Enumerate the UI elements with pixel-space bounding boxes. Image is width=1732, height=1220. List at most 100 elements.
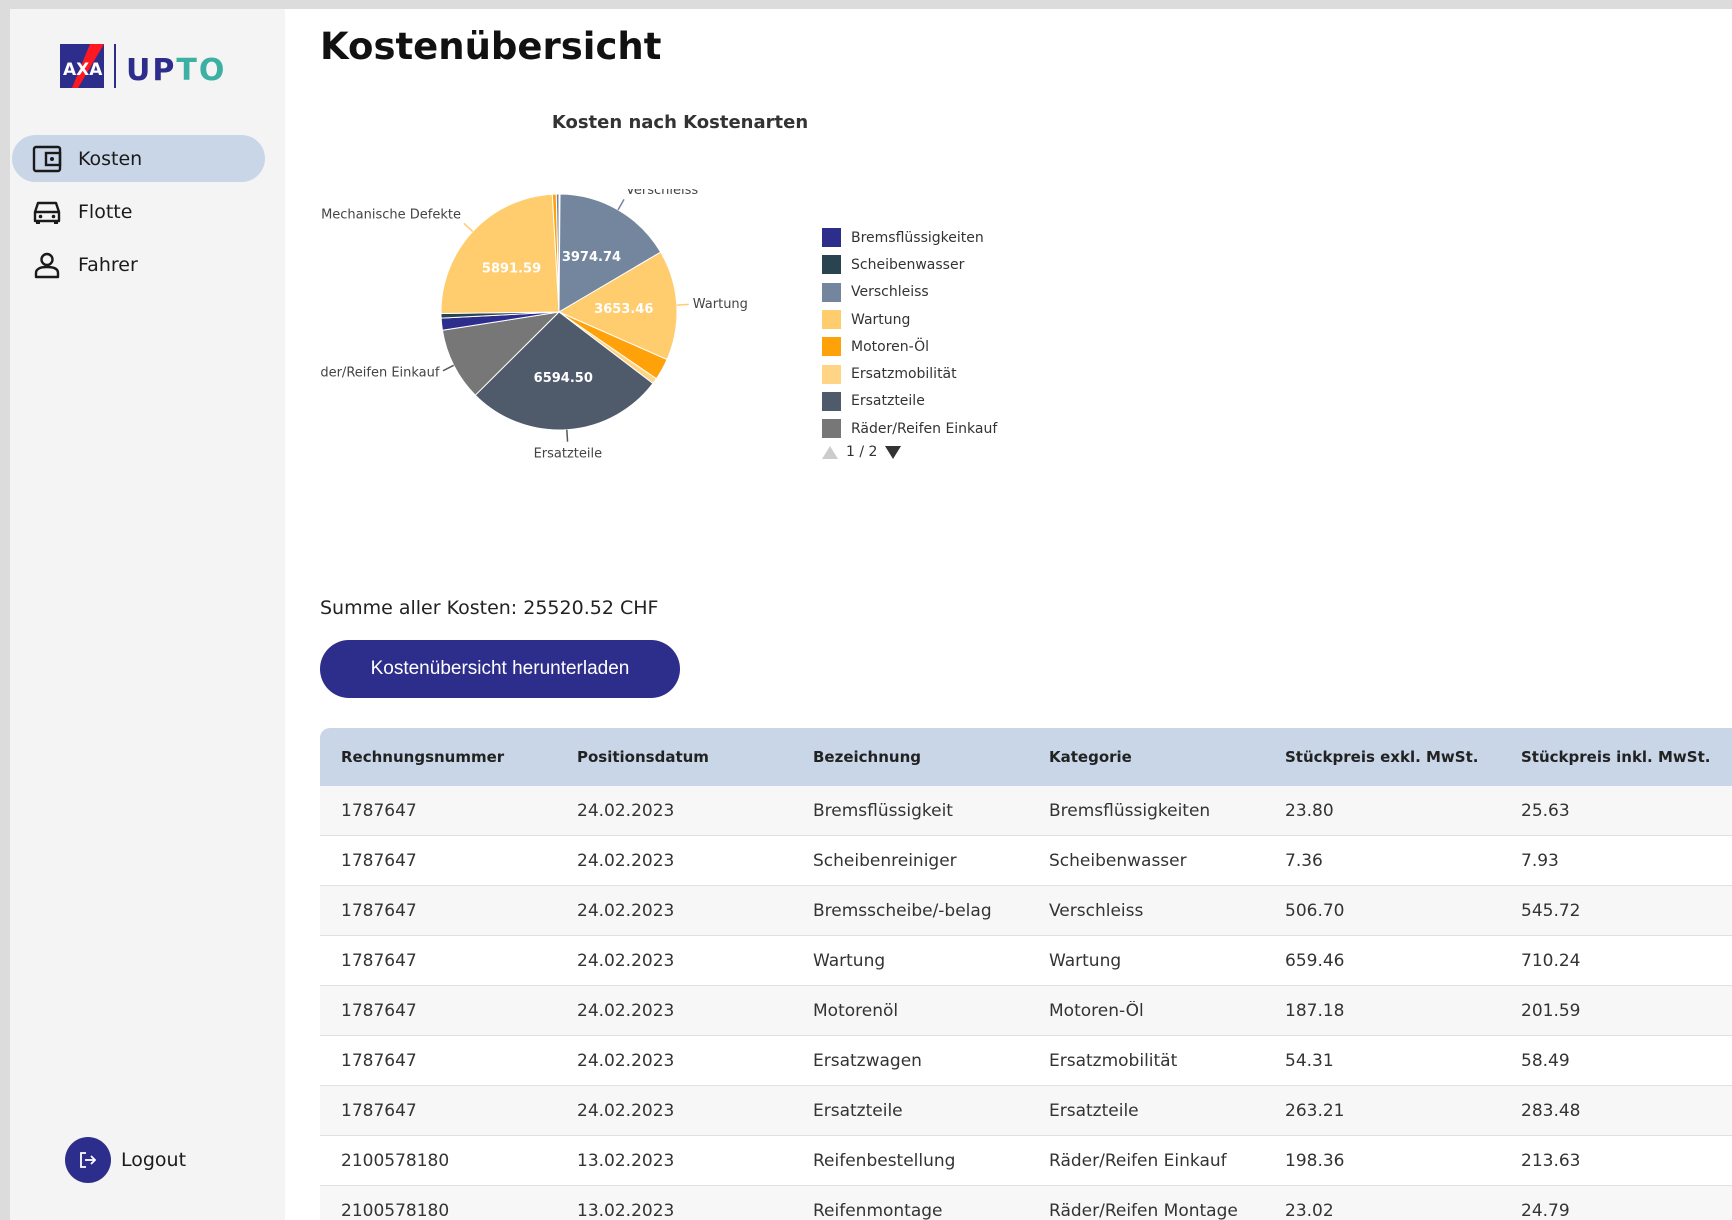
table-header-cell[interactable]: Positionsdatum [556, 748, 792, 766]
logout-label: Logout [121, 1149, 187, 1171]
table-cell: 7.93 [1521, 850, 1559, 871]
pie-chart: 3974.74 Verschleiss 3653.46 Wartung 6594.50 E… [320, 189, 748, 462]
table-cell: 1787647 [341, 1100, 417, 1121]
table-row[interactable]: 1787647 24.02.2023 Scheibenreiniger Scheibe… [320, 836, 1732, 886]
table-cell: Motoren-Öl [1049, 1000, 1144, 1021]
table-header-cell[interactable]: Stückpreis exkl. MwSt. [1264, 748, 1500, 766]
total-costs: Summe aller Kosten: 25520.52 CHF [320, 597, 659, 619]
table-cell: 187.18 [1285, 1000, 1345, 1021]
legend-item[interactable]: Ersatzteile [822, 388, 997, 415]
table-row[interactable]: 1787647 24.02.2023 Bremsscheibe/-belag Vers… [320, 886, 1732, 936]
sidebar-item-kosten[interactable]: Kosten [12, 135, 265, 182]
pie-label-line [463, 222, 474, 233]
pie-label-line [617, 199, 625, 211]
table-cell: 58.49 [1521, 1050, 1570, 1071]
legend-swatch [822, 364, 841, 384]
legend-item[interactable]: Bremsflüssigkeiten [822, 224, 997, 251]
pie-label-line [566, 429, 569, 442]
table-cell: 1787647 [341, 1000, 417, 1021]
table-row[interactable]: 2100578180 13.02.2023 Reifenbestellung Räde… [320, 1136, 1732, 1186]
logout-icon [65, 1137, 111, 1183]
table-cell: 24.02.2023 [577, 800, 675, 821]
legend-label: Motoren-Öl [851, 338, 929, 355]
table-cell: Räder/Reifen Montage [1049, 1200, 1238, 1220]
table-cell: Motorenöl [813, 1000, 899, 1021]
table-cell: Ersatzteile [1049, 1100, 1139, 1121]
legend-swatch [822, 391, 841, 411]
pie-value-label: 5891.59 [482, 262, 541, 277]
logo-divider [114, 43, 116, 88]
table-cell: 198.36 [1285, 1150, 1345, 1171]
table-cell: 23.02 [1285, 1200, 1334, 1220]
brand-logo[interactable]: AXA UPTO [60, 43, 226, 88]
download-overview-button[interactable]: Kostenübersicht herunterladen [320, 640, 680, 698]
table-row[interactable]: 1787647 24.02.2023 Wartung Wartung 659.46 710… [320, 936, 1732, 986]
table-cell: 54.31 [1285, 1050, 1334, 1071]
table-body: 1787647 24.02.2023 Bremsflüssigkeit Bremsfl… [320, 786, 1732, 1220]
sidebar-item-fahrer[interactable]: Fahrer [12, 241, 265, 288]
pie-label-line [676, 303, 689, 306]
logout-button[interactable]: Logout [65, 1137, 186, 1183]
legend-label: Ersatzmobilität [851, 366, 957, 383]
table-row[interactable]: 1787647 24.02.2023 Motorenöl Motoren-Öl 187.… [320, 986, 1732, 1036]
sidebar-item-label: Kosten [78, 147, 143, 170]
page-title: Kostenübersicht [320, 25, 662, 68]
table-cell: 24.02.2023 [577, 850, 675, 871]
table-row[interactable]: 1787647 24.02.2023 Ersatzwagen Ersatzmobili… [320, 1036, 1732, 1086]
table-row[interactable]: 1787647 24.02.2023 Bremsflüssigkeit Bremsfl… [320, 786, 1732, 836]
legend-label: Bremsflüssigkeiten [851, 229, 984, 246]
table-row[interactable]: 1787647 24.02.2023 Ersatzteile Ersatzteile 2… [320, 1086, 1732, 1136]
legend-prev-icon[interactable] [822, 445, 838, 459]
table-cell: Ersatzmobilität [1049, 1050, 1178, 1071]
table-header-cell[interactable]: Rechnungsnummer [320, 748, 556, 766]
table-header-cell[interactable]: Stückpreis inkl. MwSt. [1500, 748, 1732, 766]
pie-label-line [442, 364, 455, 372]
sidebar-item-flotte[interactable]: Flotte [12, 188, 265, 235]
pie-category-label: Verschleiss [626, 189, 698, 198]
legend-item[interactable]: Motoren-Öl [822, 333, 997, 360]
table-cell: 1787647 [341, 900, 417, 921]
table-row[interactable]: 2100578180 13.02.2023 Reifenmontage Räder/R… [320, 1186, 1732, 1220]
pie-category-label: Wartung [693, 297, 748, 312]
upto-logo-text: UPTO [126, 53, 227, 88]
table-cell: Bremsflüssigkeit [813, 800, 953, 821]
legend-item[interactable]: Ersatzmobilität [822, 360, 997, 387]
chart-title: Kosten nach Kostenarten [551, 112, 809, 133]
table-cell: 24.02.2023 [577, 900, 675, 921]
legend-next-icon[interactable] [885, 445, 902, 459]
table-cell: 1787647 [341, 850, 417, 871]
axa-logo-text: AXA [63, 60, 103, 80]
table-cell: Bremsscheibe/-belag [813, 900, 992, 921]
legend-swatch [822, 228, 841, 248]
legend-swatch [822, 419, 841, 439]
pie-value-label: 6594.50 [534, 371, 593, 386]
table-cell: 13.02.2023 [577, 1150, 675, 1171]
table-cell: Ersatzteile [813, 1100, 903, 1121]
sidebar-item-label: Flotte [78, 200, 133, 223]
table-cell: 1787647 [341, 800, 417, 821]
table-cell: 283.48 [1521, 1100, 1581, 1121]
table-cell: 23.80 [1285, 800, 1334, 821]
legend-swatch [822, 255, 841, 275]
table-cell: 7.36 [1285, 850, 1323, 871]
table-cell: 2100578180 [341, 1150, 450, 1171]
legend-item[interactable]: Verschleiss [822, 279, 997, 306]
table-cell: Wartung [1049, 950, 1122, 971]
legend-item[interactable]: Wartung [822, 306, 997, 333]
table-cell: Verschleiss [1049, 900, 1144, 921]
pie-value-label: 3653.46 [594, 302, 653, 317]
legend-label: Wartung [851, 311, 911, 328]
table-cell: 2100578180 [341, 1200, 450, 1220]
legend-label: Ersatzteile [851, 393, 925, 410]
legend-swatch [822, 337, 841, 357]
wallet-icon [30, 142, 64, 176]
pie-category-label: Räder/Reifen Einkauf [320, 366, 440, 381]
table-cell: 545.72 [1521, 900, 1581, 921]
sidebar-item-label: Fahrer [78, 253, 138, 276]
table-header-cell[interactable]: Kategorie [1028, 748, 1264, 766]
table-cell: Scheibenreiniger [813, 850, 957, 871]
table-cell: Reifenmontage [813, 1200, 943, 1220]
legend-item[interactable]: Räder/Reifen Einkauf [822, 415, 997, 442]
legend-item[interactable]: Scheibenwasser [822, 251, 997, 278]
table-header-cell[interactable]: Bezeichnung [792, 748, 1028, 766]
